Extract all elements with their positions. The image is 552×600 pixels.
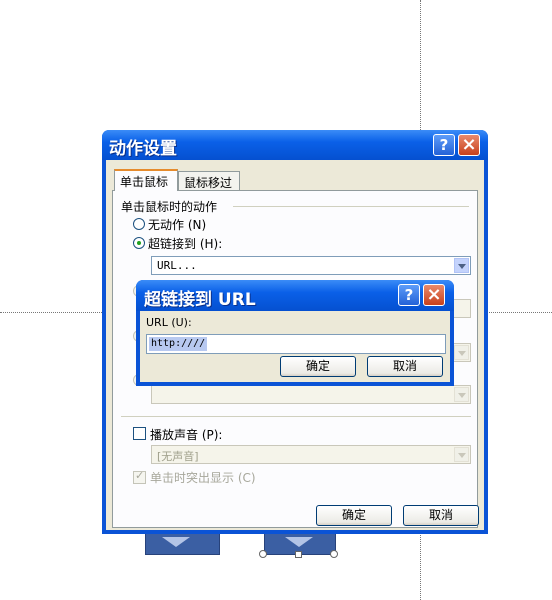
radio-no-action-label: 无动作 (N) — [148, 218, 207, 232]
ok-button[interactable]: 确定 — [316, 505, 392, 526]
shape-arrow-icon — [285, 537, 313, 547]
url-dialog-body: URL (U): http://// 确定 取消 — [140, 311, 450, 382]
tab-label: 鼠标移过 — [184, 176, 233, 190]
cancel-button[interactable]: 取消 — [403, 505, 479, 526]
action-group-label: 单击鼠标时的动作 — [121, 200, 218, 214]
hyperlink-select[interactable]: URL... — [151, 256, 471, 275]
url-ok-button[interactable]: 确定 — [280, 356, 356, 377]
hyperlink-url-dialog: 超链接到 URL ? × URL (U): http://// 确定 取消 — [136, 280, 454, 386]
radio-hyperlink[interactable] — [133, 237, 145, 249]
highlight-label: 单击时突出显示 (C) — [150, 471, 256, 485]
hyperlink-select-value: URL... — [157, 259, 197, 272]
url-help-button[interactable]: ? — [398, 284, 420, 306]
url-dialog-titlebar[interactable]: 超链接到 URL ? × — [136, 280, 454, 311]
chevron-down-icon[interactable] — [454, 345, 469, 360]
url-field-label: URL (U): — [146, 316, 192, 329]
help-button[interactable]: ? — [433, 134, 455, 156]
play-sound-label: 播放声音 (P): — [150, 428, 223, 442]
tab-mouse-click[interactable]: 单击鼠标 — [114, 169, 178, 191]
radio-no-action[interactable] — [133, 218, 145, 230]
resize-handle-middle[interactable] — [295, 551, 302, 558]
resize-handle-left[interactable] — [259, 550, 267, 558]
group-divider — [233, 206, 469, 207]
dialog-titlebar[interactable]: 动作设置 ? × — [102, 130, 488, 160]
radio-hyperlink-label: 超链接到 (H): — [148, 237, 223, 251]
tab-mouse-over[interactable]: 鼠标移过 — [178, 171, 240, 190]
close-button[interactable]: × — [458, 134, 480, 156]
play-sound-checkbox[interactable] — [133, 427, 146, 440]
question-icon: ? — [404, 286, 414, 304]
sound-select-value: [无声音] — [157, 450, 199, 463]
slide-shape-left[interactable] — [145, 533, 220, 555]
shape-arrow-icon — [162, 537, 190, 547]
object-action-select[interactable] — [151, 385, 471, 404]
highlight-checkbox[interactable] — [133, 469, 146, 484]
resize-handle-right[interactable] — [330, 550, 338, 558]
sound-select[interactable]: [无声音] — [151, 445, 471, 464]
tab-label: 单击鼠标 — [120, 175, 169, 189]
chevron-down-icon[interactable] — [454, 387, 469, 402]
chevron-down-icon[interactable] — [454, 447, 469, 462]
url-close-button[interactable]: × — [423, 284, 445, 306]
url-cancel-button[interactable]: 取消 — [367, 356, 443, 377]
chevron-down-icon[interactable] — [454, 258, 469, 273]
close-icon: × — [461, 134, 477, 155]
section-divider — [121, 416, 471, 417]
question-icon: ? — [439, 136, 449, 154]
close-icon: × — [426, 284, 442, 305]
url-input-value: http://// — [149, 337, 208, 351]
dialog-title: 动作设置 — [109, 139, 177, 159]
url-input[interactable]: http://// — [146, 334, 446, 354]
url-dialog-title: 超链接到 URL — [144, 290, 256, 310]
